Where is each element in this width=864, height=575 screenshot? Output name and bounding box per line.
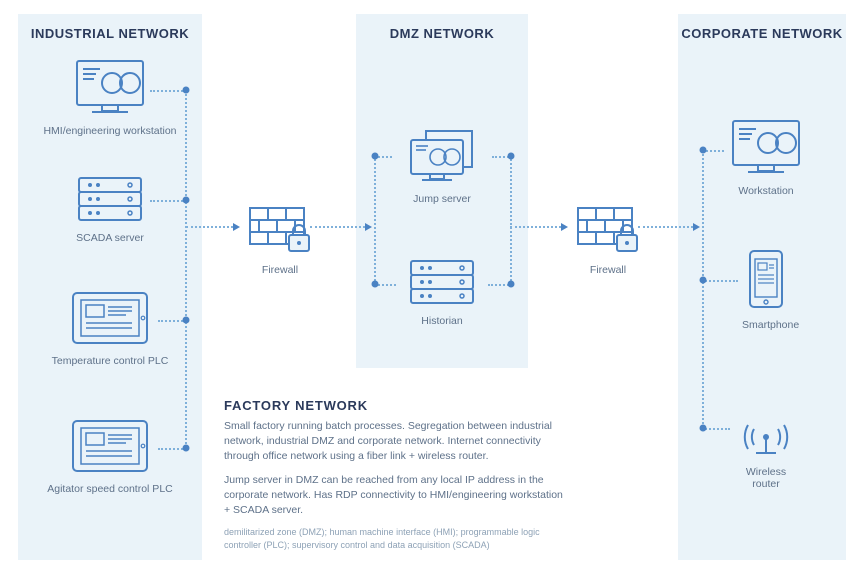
node-firewall-1-label: Firewall <box>240 264 320 276</box>
tablet-icon <box>70 418 150 474</box>
node-firewall-1: Firewall <box>240 205 320 276</box>
conn-phone <box>702 280 738 282</box>
dot <box>700 147 707 154</box>
smartphone-icon <box>747 248 785 310</box>
node-phone: Smartphone <box>742 248 790 331</box>
node-agit-plc: Agitator speed control PLC <box>44 418 176 495</box>
node-hmi-label: HMI/engineering workstation <box>38 125 182 137</box>
node-phone-label: Smartphone <box>742 319 790 331</box>
dot <box>183 445 190 452</box>
panel-industrial-title: INDUSTRIAL NETWORK <box>18 26 202 41</box>
arrow <box>365 223 372 231</box>
workstation-icon <box>74 58 146 116</box>
dot <box>183 317 190 324</box>
firewall-icon <box>247 205 313 255</box>
description-heading: FACTORY NETWORK <box>224 398 564 413</box>
dot <box>700 277 707 284</box>
description-p1: Small factory running batch processes. S… <box>224 419 564 465</box>
bus-corporate <box>702 150 704 428</box>
jump-server-icon <box>408 128 476 184</box>
conn-scada <box>150 200 186 202</box>
arrow <box>233 223 240 231</box>
bus-dmz-right <box>510 156 512 284</box>
node-workstation-label: Workstation <box>726 185 806 197</box>
server-icon <box>408 258 476 306</box>
wifi-router-icon <box>736 395 796 457</box>
dot <box>508 153 515 160</box>
node-agit-plc-label: Agitator speed control PLC <box>44 483 176 495</box>
node-firewall-2-label: Firewall <box>568 264 648 276</box>
firewall-icon <box>575 205 641 255</box>
workstation-icon <box>730 118 802 176</box>
node-jump-label: Jump server <box>392 193 492 205</box>
node-temp-plc-label: Temperature control PLC <box>44 355 176 367</box>
node-scada-label: SCADA server <box>48 232 172 244</box>
conn-dmz-fw2 <box>510 226 561 228</box>
arrow <box>693 223 700 231</box>
node-firewall-2: Firewall <box>568 205 648 276</box>
glossary: demilitarized zone (DMZ); human machine … <box>224 526 564 551</box>
conn-fw2-corp <box>638 226 693 228</box>
dot <box>183 197 190 204</box>
node-jump: Jump server <box>392 128 492 205</box>
node-scada: SCADA server <box>48 175 172 244</box>
description-p2: Jump server in DMZ can be reached from a… <box>224 473 564 519</box>
conn-ind-fw1 <box>186 226 233 228</box>
node-router-label: Wireless router <box>732 466 800 490</box>
dot <box>183 87 190 94</box>
bus-dmz-left <box>374 156 376 284</box>
panel-dmz-title: DMZ NETWORK <box>356 26 528 41</box>
conn-fw1-dmz <box>310 226 365 228</box>
node-historian-label: Historian <box>396 315 488 327</box>
node-router: Wireless router <box>732 395 800 490</box>
description-block: FACTORY NETWORK Small factory running ba… <box>224 398 564 552</box>
conn-hmi <box>150 90 186 92</box>
arrow <box>561 223 568 231</box>
panel-corporate-title: CORPORATE NETWORK <box>678 26 846 41</box>
dot <box>372 153 379 160</box>
node-temp-plc: Temperature control PLC <box>44 290 176 367</box>
server-icon <box>76 175 144 223</box>
node-hmi: HMI/engineering workstation <box>38 58 182 137</box>
dot <box>700 425 707 432</box>
node-workstation: Workstation <box>726 118 806 197</box>
bus-industrial <box>185 90 187 448</box>
node-historian: Historian <box>396 258 488 327</box>
dot <box>372 281 379 288</box>
dot <box>508 281 515 288</box>
tablet-icon <box>70 290 150 346</box>
